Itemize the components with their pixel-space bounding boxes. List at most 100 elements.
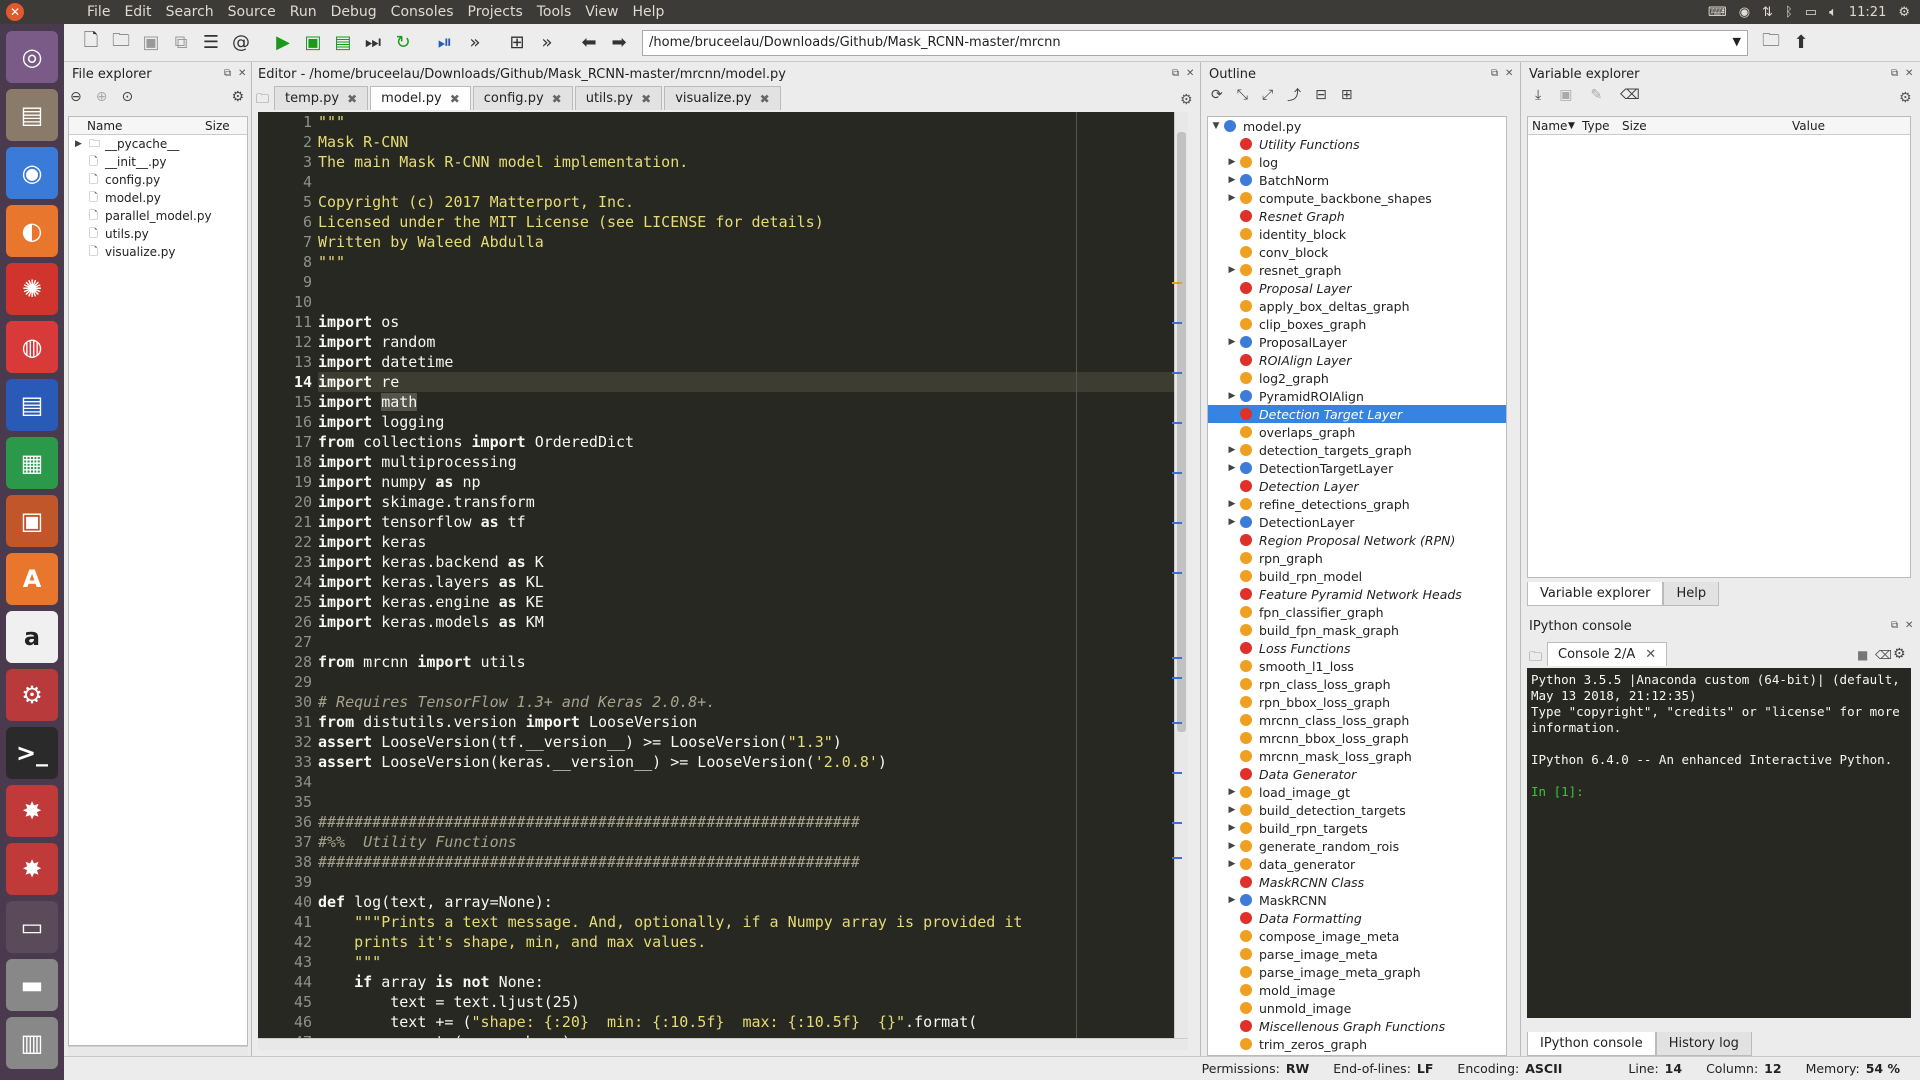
chevron-right-icon[interactable]: ▶ [1224,193,1240,203]
outline-item[interactable]: mrcnn_class_loss_graph [1208,711,1506,729]
code-line[interactable]: Written by Waleed Abdulla [318,232,1174,252]
more-icon[interactable]: » [462,30,488,56]
chevron-right-icon[interactable]: ▶ [1224,265,1240,275]
chevron-right-icon[interactable]: ▶ [1224,499,1240,509]
chevron-right-icon[interactable]: ▶ [1224,841,1240,851]
outline-item[interactable]: Data Formatting [1208,909,1506,927]
chevron-right-icon[interactable]: ▶ [1224,175,1240,185]
code-line[interactable]: from mrcnn import utils [318,652,1174,672]
console-output[interactable]: Python 3.5.5 |Anaconda custom (64-bit)| … [1527,668,1911,1018]
code-line[interactable]: """ [318,112,1174,132]
chrome-tray-icon[interactable]: ◉ [1739,5,1750,20]
scroll-marker[interactable] [1172,522,1182,524]
outline-item[interactable]: ▶ build_rpn_targets [1208,819,1506,837]
tab-visualize[interactable]: visualize.py ✖ [664,86,781,110]
outline-item[interactable]: MaskRCNN Class [1208,873,1506,891]
file-item[interactable]: 🗋 parallel_model.py [69,207,247,225]
code-line[interactable]: import os [318,312,1174,332]
code-line[interactable]: import keras.backend as K [318,552,1174,572]
run-icon[interactable]: ▶ [270,30,296,56]
code-line[interactable] [318,672,1174,692]
code-line[interactable]: import random [318,332,1174,352]
code-line[interactable] [318,292,1174,312]
save-data-icon[interactable]: ▣ [1559,87,1572,103]
clock[interactable]: 11:21 [1849,5,1886,20]
outline-item[interactable]: ROIAlign Layer [1208,351,1506,369]
save-all-icon[interactable]: ⧉ [168,30,194,56]
files-icon[interactable]: ▤ [6,89,58,141]
save-as-icon[interactable]: ✎ [1590,87,1602,103]
outline-item[interactable]: build_rpn_model [1208,567,1506,585]
outline-item[interactable]: unmold_image [1208,999,1506,1017]
settings-icon[interactable]: ⚙ [6,669,58,721]
maximize-pane-icon[interactable]: ⊞ [504,30,530,56]
scroll-marker[interactable] [1172,372,1182,374]
debug-icon[interactable]: ⏯ [432,30,458,56]
workspace-icon[interactable]: ▭ [6,901,58,953]
scroll-marker[interactable] [1172,822,1182,824]
outline-item[interactable]: parse_image_meta_graph [1208,963,1506,981]
outline-item[interactable]: Loss Functions [1208,639,1506,657]
gear-icon[interactable]: ⚙ [1893,646,1906,662]
close-icon[interactable]: ✕ [1645,647,1656,662]
browse-tabs-icon[interactable]: 🗀 [1529,648,1542,670]
code-line[interactable]: import keras.models as KM [318,612,1174,632]
menu-item-file[interactable]: File [80,4,117,20]
impress-icon[interactable]: ▣ [6,495,58,547]
close-icon[interactable]: ✕ [1186,68,1194,79]
forward-arrow-icon[interactable]: ➡ [606,30,632,56]
tab-model[interactable]: model.py ✖ [370,86,471,110]
code-line[interactable]: import re [318,372,1174,392]
file-item[interactable]: 🗋 visualize.py [69,243,247,261]
code-line[interactable]: if array is not None: [318,972,1174,992]
chevron-right-icon[interactable]: ▶ [1224,787,1240,797]
chevron-right-icon[interactable]: ▶ [1224,823,1240,833]
code-line[interactable]: """ [318,952,1174,972]
outline-item[interactable]: Data Generator [1208,765,1506,783]
menu-item-run[interactable]: Run [283,4,324,20]
writer-icon[interactable]: ▤ [6,379,58,431]
code-line[interactable]: #%% Utility Functions [318,832,1174,852]
scroll-marker[interactable] [1172,722,1182,724]
outline-item[interactable]: Detection Target Layer [1208,405,1506,423]
undock-icon[interactable]: ⧉ [224,68,231,79]
chevron-right-icon[interactable]: ▶ [1224,463,1240,473]
scroll-marker[interactable] [1172,857,1182,859]
tab-utils[interactable]: utils.py ✖ [574,86,663,110]
console-tab[interactable]: Console 2/A ✕ [1547,642,1668,666]
outline-item[interactable]: trim_zeros_graph [1208,1035,1506,1053]
expand-section-icon[interactable]: ⊞ [1341,87,1353,103]
calc-icon[interactable]: ▦ [6,437,58,489]
more-icon-2[interactable]: » [534,30,560,56]
scroll-marker[interactable] [1172,772,1182,774]
outline-item[interactable]: Feature Pyramid Network Heads [1208,585,1506,603]
chevron-right-icon[interactable]: ▶ [75,139,89,149]
menu-item-help[interactable]: Help [625,4,671,20]
forward-icon[interactable]: ⊕ [96,89,108,105]
keyboard-icon[interactable]: ⌨ [1708,5,1727,20]
rerun-icon[interactable]: ↻ [390,30,416,56]
code-line[interactable]: from collections import OrderedDict [318,432,1174,452]
close-tab-icon[interactable]: ✖ [347,92,357,106]
code-line[interactable]: import logging [318,412,1174,432]
col-size[interactable]: Size [205,119,230,133]
tab-variable-explorer[interactable]: Variable explorer [1527,582,1664,606]
file-item[interactable]: 🗋 __init__.py [69,153,247,171]
menu-item-tools[interactable]: Tools [530,4,579,20]
outline-item[interactable]: mold_image [1208,981,1506,999]
list-icon[interactable]: ☰ [198,30,224,56]
undock-icon[interactable]: ⧉ [1891,68,1898,79]
code-line[interactable]: import multiprocessing [318,452,1174,472]
outline-item[interactable]: ▶ detection_targets_graph [1208,441,1506,459]
run-cell-icon[interactable]: ▣ [300,30,326,56]
chrome-icon[interactable]: ◉ [6,147,58,199]
code-line[interactable] [318,172,1174,192]
close-tab-icon[interactable]: ✖ [552,92,562,106]
outline-item[interactable]: Detection Layer [1208,477,1506,495]
menu-item-view[interactable]: View [578,4,625,20]
erase-icon[interactable]: ⌫ [1620,87,1640,103]
code-line[interactable]: import skimage.transform [318,492,1174,512]
outline-item[interactable]: conv_block [1208,243,1506,261]
trash-icon[interactable]: ▥ [6,1017,58,1069]
gear-icon[interactable]: ⚙ [1899,90,1912,106]
